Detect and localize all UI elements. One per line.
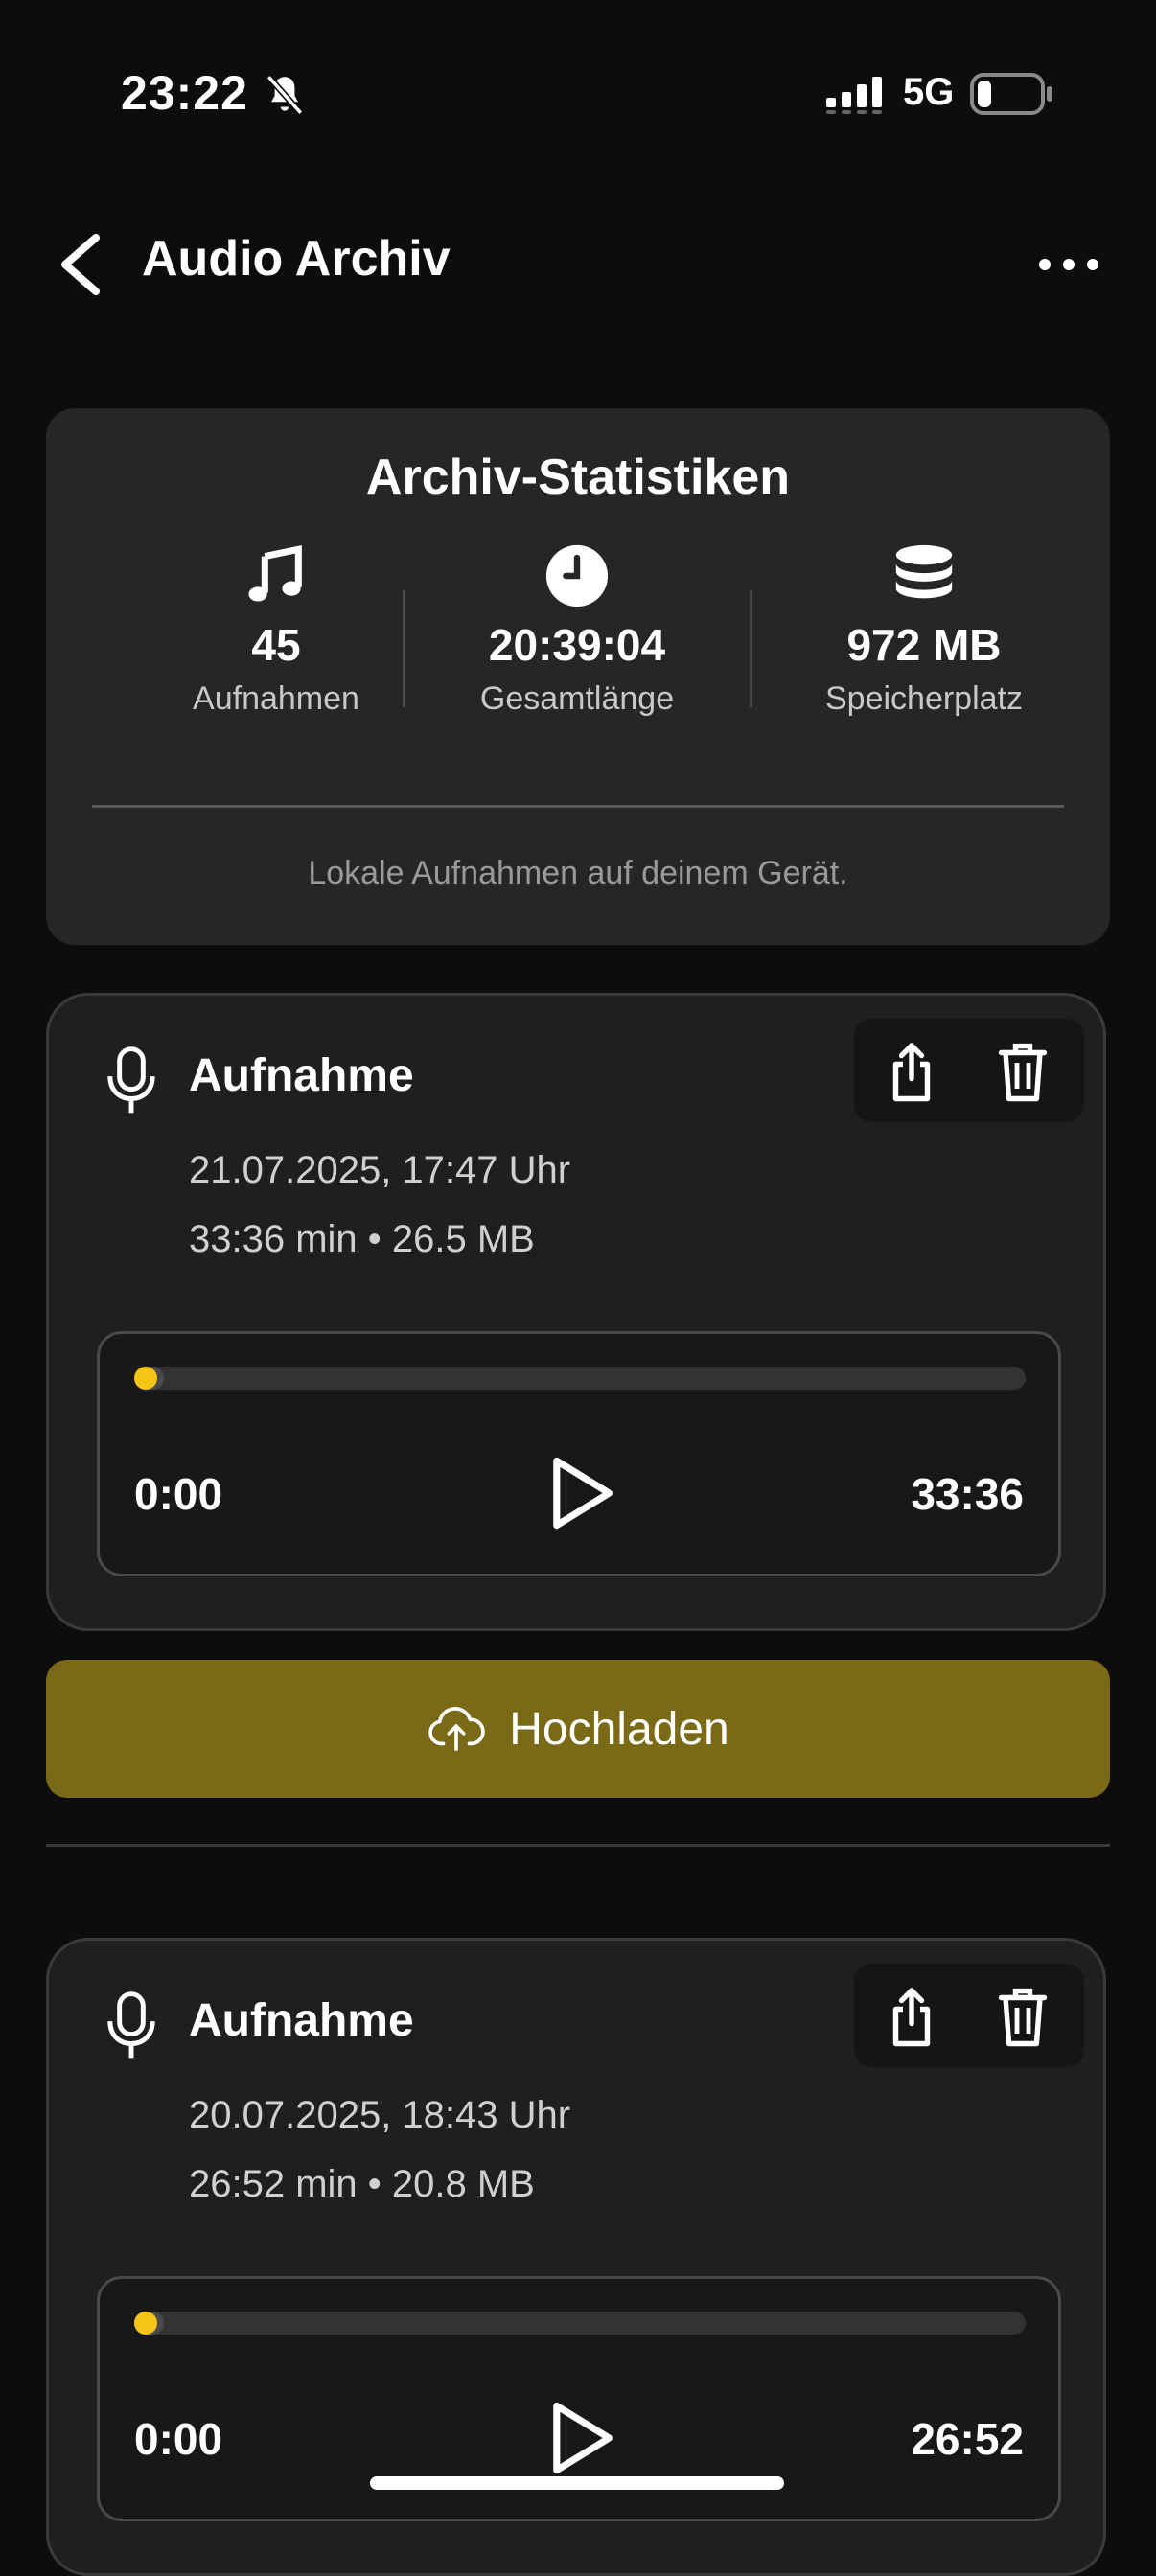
play-icon[interactable] <box>541 1453 621 1533</box>
stat-label: Aufnahmen <box>193 680 359 717</box>
cloud-upload-icon <box>428 1707 485 1751</box>
stat-value: 972 MB <box>846 620 1002 670</box>
audio-player: 0:00 33:36 <box>97 1331 1061 1576</box>
total-time: 26:52 <box>911 2414 1024 2464</box>
music-note-icon <box>248 544 302 602</box>
stats-divider <box>92 805 1064 808</box>
progress-knob[interactable] <box>134 2312 157 2334</box>
recording-title: Aufnahme <box>189 1995 414 2046</box>
recording-actions <box>854 1964 1084 2067</box>
database-icon <box>895 544 953 599</box>
progress-knob[interactable] <box>134 1367 157 1390</box>
back-chevron-icon[interactable] <box>54 234 107 295</box>
trash-icon[interactable] <box>988 1985 1057 2048</box>
stat-divider <box>750 590 752 707</box>
microphone-icon <box>107 1046 155 1114</box>
upload-button[interactable]: Hochladen <box>46 1660 1110 1798</box>
signal-icon <box>826 77 882 114</box>
total-time: 33:36 <box>911 1469 1024 1519</box>
recording-title: Aufnahme <box>189 1050 414 1101</box>
current-time: 0:00 <box>134 2414 223 2464</box>
section-divider <box>46 1844 1110 1847</box>
recording-meta: 33:36 min • 26.5 MB <box>189 1218 535 1260</box>
share-icon[interactable] <box>877 1985 946 2048</box>
progress-bar[interactable] <box>134 2312 1026 2334</box>
play-icon[interactable] <box>541 2398 621 2478</box>
clock-icon <box>545 544 609 608</box>
network-type: 5G <box>903 71 955 113</box>
stat-storage: 972 MB Speicherplatz <box>761 542 1087 718</box>
share-icon[interactable] <box>877 1040 946 1103</box>
stat-label: Gesamtlänge <box>479 680 675 717</box>
upload-label: Hochladen <box>509 1703 729 1755</box>
battery-icon <box>970 73 1052 115</box>
recording-actions <box>854 1019 1084 1122</box>
recording-date: 20.07.2025, 18:43 Uhr <box>189 2094 571 2136</box>
stat-divider <box>403 590 405 707</box>
recording-date: 21.07.2025, 17:47 Uhr <box>189 1149 571 1191</box>
stat-label: Speicherplatz <box>824 680 1023 717</box>
stat-duration: 20:39:04 Gesamtlänge <box>414 542 740 718</box>
bell-muted-icon <box>266 75 304 115</box>
progress-bar[interactable] <box>134 1367 1026 1390</box>
page-title: Audio Archiv <box>142 231 451 287</box>
trash-icon[interactable] <box>988 1040 1057 1103</box>
stats-note: Lokale Aufnahmen auf deinem Gerät. <box>308 855 848 891</box>
status-time: 23:22 <box>121 66 248 120</box>
microphone-icon <box>107 1991 155 2058</box>
stat-recordings: 45 Aufnahmen <box>113 542 439 718</box>
stats-card: Archiv-Statistiken 45 Aufnahmen 20:39:04… <box>46 408 1110 945</box>
stat-value: 20:39:04 <box>488 620 666 670</box>
stats-title: Archiv-Statistiken <box>365 449 791 505</box>
current-time: 0:00 <box>134 1469 223 1519</box>
recording-card: Aufnahme 21.07.2025, 17:47 Uhr 33:36 min… <box>46 993 1106 1631</box>
recording-meta: 26:52 min • 20.8 MB <box>189 2163 535 2205</box>
home-indicator <box>370 2476 784 2490</box>
more-options-icon[interactable] <box>1035 245 1102 284</box>
stat-value: 45 <box>251 620 301 670</box>
